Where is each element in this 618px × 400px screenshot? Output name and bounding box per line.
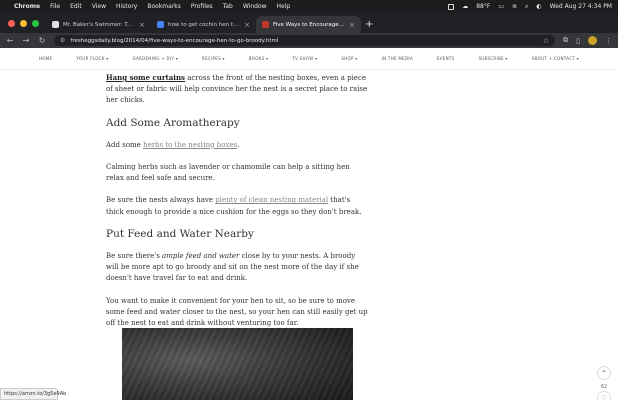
paragraph-text: Add some [106,140,144,149]
close-icon[interactable]: × [349,21,355,29]
clock[interactable]: Wed Aug 27 4:34 PM [550,3,612,10]
display-icon[interactable] [448,3,455,10]
tab-favicon [52,21,59,28]
sidebar-icon[interactable]: ▯ [576,37,580,45]
tab-title: Five Ways to Encourage a Hen [273,21,345,28]
tab-title: how to get cochin hen to go [168,21,241,28]
nav-your-flock[interactable]: YOUR FLOCK ▾ [76,56,108,61]
menu-edit[interactable]: Edit [70,3,82,10]
herbs-link[interactable]: herbs to the nesting boxes [143,141,237,149]
nav-recipes[interactable]: RECIPES ▾ [202,56,225,61]
search-icon[interactable]: ⌕ [525,3,528,11]
zoom-window-button[interactable] [32,20,39,27]
close-icon[interactable]: × [244,21,250,29]
menu-bookmarks[interactable]: Bookmarks [147,3,181,10]
paragraph-convenient: You want to make it convenient for your … [106,296,368,328]
reload-icon[interactable]: ↻ [38,36,46,45]
paragraph-text: Be sure the nests always have [106,196,216,205]
paragraph-text: . [237,140,240,149]
url-text[interactable]: fresheggsdaily.blog/2014/04/five-ways-to… [70,38,278,44]
nesting-material-link[interactable]: plenty of clean nesting material [215,196,328,204]
wifi-icon[interactable]: ≋ [512,3,517,10]
menu-file[interactable]: File [50,3,60,10]
nav-home[interactable]: HOME [39,56,52,61]
site-navigation: HOME YOUR FLOCK ▾ GARDENING + DIY ▾ RECI… [0,48,618,70]
paragraph-nesting-material: Be sure the nests always have plenty of … [106,195,368,217]
paragraph-curtains: Hang some curtains across the front of t… [106,72,368,107]
tab-strip: Mr. Baker's Swimmer: Tutoring × how to g… [0,13,618,33]
menu-window[interactable]: Window [243,3,267,10]
nav-books[interactable]: BOOKS ▾ [249,56,269,61]
site-info-icon[interactable]: ⚙ [60,37,65,44]
menu-view[interactable]: View [92,3,106,10]
extensions-icon[interactable]: ⧉ [563,36,568,45]
link-status-bar: https://amzn.to/3g5e9Ab [0,388,66,400]
close-icon[interactable]: × [139,21,145,29]
menu-profiles[interactable]: Profiles [191,3,213,10]
window-controls [8,20,39,27]
likes-count: 62 [600,384,608,390]
temperature[interactable]: 88°F [476,3,490,10]
tab-3-active[interactable]: Five Ways to Encourage a Hen × [256,16,361,33]
curtains-link[interactable]: Hang some curtains [106,73,185,82]
nav-shop[interactable]: SHOP ▾ [341,56,357,61]
nav-subscribe[interactable]: SUBSCRIBE ▾ [478,56,507,61]
heading-aromatherapy: Add Some Aromatherapy [106,116,240,129]
nav-about-contact[interactable]: ABOUT + CONTACT ▾ [532,56,579,61]
menubar-status-area: ☁ 88°F ▭ ≋ ⌕ ◐ Wed Aug 27 4:34 PM [448,3,612,11]
forward-arrow-icon[interactable]: → [22,36,30,45]
article-body: Hang some curtains across the front of t… [106,72,368,340]
paragraph-calming: Calming herbs such as lavender or chamom… [106,163,350,183]
heart-icon[interactable]: ♡ [597,391,611,400]
macos-menubar: Chrome File Edit View History Bookmarks … [0,0,618,13]
address-bar[interactable]: ⚙ fresheggsdaily.blog/2014/04/five-ways-… [54,35,556,46]
paragraph-text: Be sure there's [106,252,163,261]
menu-history[interactable]: History [116,3,137,10]
battery-icon[interactable]: ▭ [498,3,504,10]
menu-tab[interactable]: Tab [223,3,233,10]
browser-toolbar: ← → ↻ ⚙ fresheggsdaily.blog/2014/04/five… [0,33,618,48]
control-center-icon[interactable]: ◐ [536,3,541,10]
nav-events[interactable]: EVENTS [437,56,455,61]
nav-in-the-media[interactable]: IN THE MEDIA [382,56,413,61]
paragraph-ample-feed: Be sure there's ample feed and water clo… [106,251,368,285]
web-page: HOME YOUR FLOCK ▾ GARDENING + DIY ▾ RECI… [0,48,618,400]
hen-photo [122,328,353,400]
scroll-to-top-button[interactable]: ⌃ [597,366,611,380]
nav-gardening-diy[interactable]: GARDENING + DIY ▾ [133,56,178,61]
menu-app-name[interactable]: Chrome [14,3,40,10]
paragraph-herbs: Add some herbs to the nesting boxes. [106,140,368,151]
bookmark-star-icon[interactable]: ☆ [543,37,549,45]
profile-avatar[interactable] [588,36,597,45]
minimize-window-button[interactable] [20,20,27,27]
heading-feed-water: Put Feed and Water Nearby [106,227,254,240]
tab-1[interactable]: Mr. Baker's Swimmer: Tutoring × [46,16,151,33]
tab-title: Mr. Baker's Swimmer: Tutoring [63,21,136,28]
new-tab-button[interactable]: + [365,16,373,33]
more-menu-icon[interactable]: ⋮ [605,37,612,45]
menu-help[interactable]: Help [277,3,291,10]
emphasis-text: ample feed and water [162,252,240,261]
back-arrow-icon[interactable]: ← [6,36,14,45]
close-window-button[interactable] [8,20,15,27]
weather-icon[interactable]: ☁ [462,3,468,10]
tab-favicon [157,21,164,28]
nav-tv-show[interactable]: TV SHOW ▾ [292,56,317,61]
tab-2[interactable]: how to get cochin hen to go × [151,16,256,33]
tab-favicon [262,21,269,28]
